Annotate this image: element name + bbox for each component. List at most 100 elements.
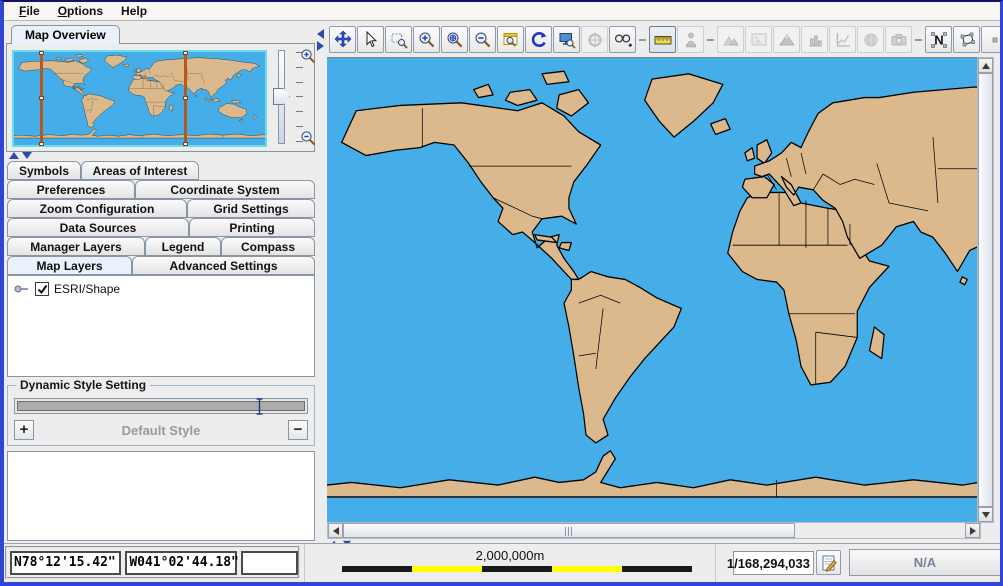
node-edit-icon: N [930, 31, 947, 48]
toolbar-separator [915, 38, 922, 41]
map-area: N [327, 21, 1000, 547]
tab-printing[interactable]: Printing [189, 218, 315, 237]
scroll-down-button[interactable] [978, 507, 993, 522]
tab-preferences[interactable]: Preferences [7, 180, 135, 199]
map-viewport[interactable] [327, 57, 977, 522]
collapse-down-icon[interactable] [22, 152, 32, 159]
scale-distance-label: 2,000,000m [475, 548, 545, 563]
scale-bar [342, 566, 692, 572]
image-tool-button[interactable] [745, 26, 772, 53]
ruler-tool-button[interactable] [649, 26, 676, 53]
world-map [327, 70, 977, 498]
tab-manager-layers[interactable]: Manager Layers [7, 237, 145, 256]
zoom-slider-thumb[interactable] [273, 88, 290, 105]
zoom-box-icon [391, 33, 408, 49]
bar-chart-tool-button[interactable] [801, 26, 828, 53]
tab-grid-settings[interactable]: Grid Settings [187, 199, 315, 218]
left-panel: Map Overview Symbols Areas of Interest P… [4, 21, 316, 543]
overview-minimap[interactable] [12, 50, 267, 147]
glasses-tool-button[interactable] [609, 26, 636, 53]
menu-file[interactable]: File [10, 4, 49, 18]
longitude-field[interactable]: W041°02'44.18" [125, 550, 239, 575]
picture-icon [751, 33, 766, 45]
vertical-scrollbar-thumb[interactable] [978, 73, 993, 507]
tab-compass[interactable]: Compass [221, 237, 315, 256]
ruler-icon [654, 35, 671, 44]
style-slider[interactable] [14, 397, 308, 416]
vertical-scrollbar[interactable] [977, 57, 994, 523]
viewport-right-line[interactable] [183, 51, 188, 146]
scroll-right-button[interactable] [965, 523, 980, 538]
elevation-field[interactable] [241, 550, 298, 575]
toolbar-separator [707, 38, 714, 41]
zoom-box-tool-button[interactable] [385, 26, 412, 53]
zoom-in-tool-button[interactable] [413, 26, 440, 53]
bar-chart-icon [808, 35, 822, 46]
tree-expand-handle-icon[interactable] [14, 284, 30, 294]
point-icon [992, 37, 997, 42]
projection-status-button[interactable]: N/A [849, 549, 1000, 576]
up-arrow-icon [981, 62, 990, 69]
menu-help[interactable]: Help [112, 4, 156, 18]
scroll-left-button[interactable] [328, 523, 343, 538]
map-overview-content [6, 43, 316, 152]
node-edit-tool-button[interactable]: N [925, 26, 952, 53]
refresh-tool-button[interactable] [525, 26, 552, 53]
group-title: Dynamic Style Setting [16, 378, 151, 392]
line-chart-tool-button[interactable] [829, 26, 856, 53]
zoom-out-tool-button[interactable] [469, 26, 496, 53]
pencil-edit-icon [822, 555, 837, 572]
refresh-icon [531, 31, 547, 47]
tab-map-layers[interactable]: Map Layers [7, 256, 132, 275]
overview-window-tool-button[interactable] [497, 26, 524, 53]
zoom-out-magnifier-icon[interactable] [300, 130, 316, 146]
tab-coordinate-system[interactable]: Coordinate System [135, 180, 315, 199]
style-name-label: Default Style [121, 423, 201, 438]
select-tool-button[interactable] [357, 26, 384, 53]
statue-tool-button[interactable] [677, 26, 704, 53]
horizontal-scrollbar[interactable] [327, 522, 981, 539]
splitter-collapse-left-icon[interactable] [317, 29, 324, 39]
layer-checkbox[interactable] [35, 282, 49, 296]
scroll-up-button[interactable] [978, 58, 993, 73]
zoom-point-tool-button[interactable] [441, 26, 468, 53]
zoom-in-icon [419, 32, 434, 47]
edit-scale-button[interactable] [816, 550, 841, 575]
tab-zoom-configuration[interactable]: Zoom Configuration [7, 199, 187, 218]
collapse-up-icon[interactable] [9, 152, 19, 159]
tab-symbols[interactable]: Symbols [7, 161, 81, 180]
latitude-field[interactable]: N78°12'15.42" [10, 550, 122, 575]
tab-advanced-settings[interactable]: Advanced Settings [132, 256, 315, 275]
tab-legend[interactable]: Legend [145, 237, 221, 256]
splitter-expand-right-icon[interactable] [317, 41, 324, 51]
camera-icon [891, 33, 906, 45]
pan-tool-button[interactable] [329, 26, 356, 53]
target-tool-button[interactable] [581, 26, 608, 53]
polygon-edit-tool-button[interactable] [953, 26, 980, 53]
camera-tool-button[interactable] [885, 26, 912, 53]
cursor-icon [366, 30, 377, 47]
horizontal-scrollbar-thumb[interactable] [343, 523, 795, 538]
terrain-tool-button[interactable] [717, 26, 744, 53]
menu-bar: File Options Help [4, 2, 1000, 21]
menu-options[interactable]: Options [49, 4, 112, 18]
polygon-edit-icon [960, 32, 975, 46]
tree-row-esri-shape[interactable]: ESRI/Shape [8, 276, 314, 296]
globe-tool-button[interactable] [857, 26, 884, 53]
layer-label: ESRI/Shape [54, 282, 121, 296]
tab-areas-of-interest[interactable]: Areas of Interest [81, 161, 199, 180]
scale-ratio-field[interactable]: 1/168,294,033 [727, 551, 814, 575]
tab-data-sources[interactable]: Data Sources [7, 218, 189, 237]
point-tool-button[interactable] [981, 26, 1000, 53]
zoom-in-magnifier-icon[interactable] [300, 48, 316, 64]
text-cursor-icon [255, 397, 264, 416]
screen-zoom-tool-button[interactable] [553, 26, 580, 53]
globe-icon [864, 33, 877, 46]
tab-map-overview[interactable]: Map Overview [11, 25, 120, 44]
mountain-tool-button[interactable] [773, 26, 800, 53]
map-overview-pane: Map Overview [6, 25, 316, 152]
remove-style-button[interactable]: − [288, 420, 308, 440]
viewport-left-line[interactable] [39, 51, 44, 146]
zoom-out-icon [475, 32, 490, 47]
main-splitter[interactable] [316, 21, 327, 543]
